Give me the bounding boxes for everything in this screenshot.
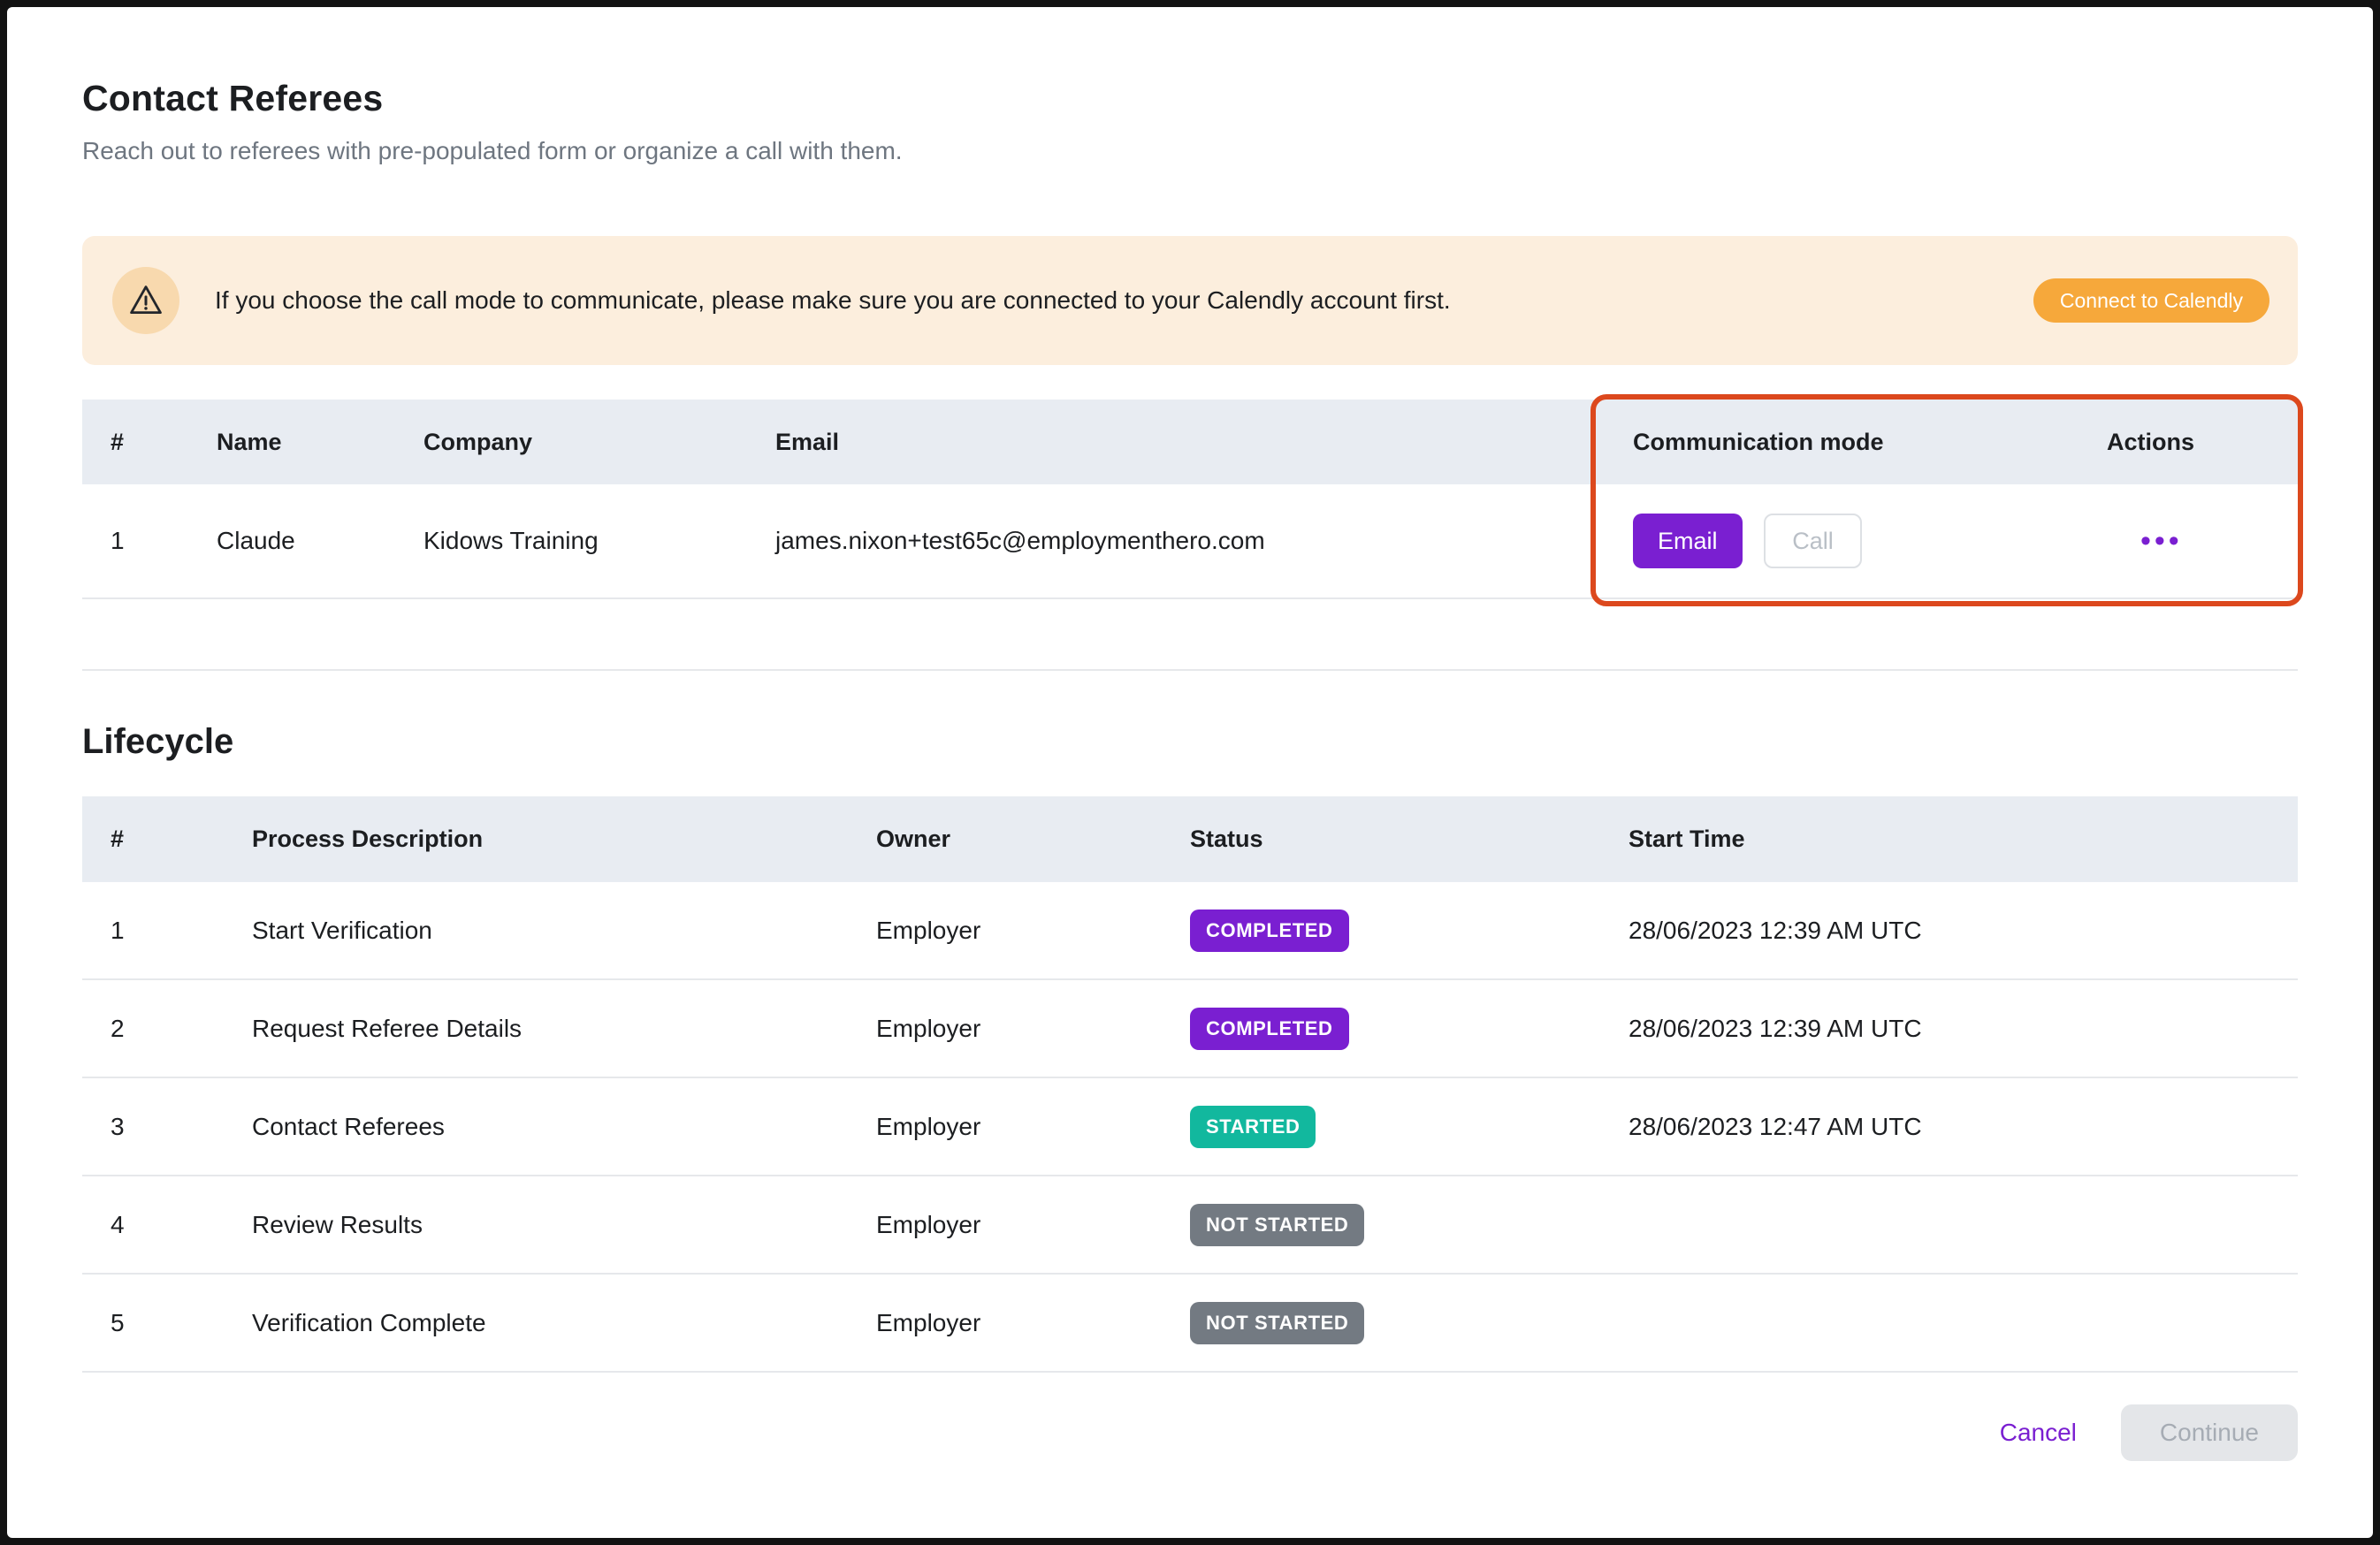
process-start-time: 28/06/2023 12:47 AM UTC <box>1629 1113 2298 1141</box>
status-cell: COMPLETED <box>1190 909 1629 952</box>
status-cell: STARTED <box>1190 1106 1629 1148</box>
process-owner: Employer <box>876 1309 1190 1337</box>
process-owner: Employer <box>876 1113 1190 1141</box>
warning-icon <box>112 267 179 334</box>
process-owner: Employer <box>876 1211 1190 1239</box>
page-title: Contact Referees <box>82 78 2298 119</box>
actions-cell: ••• <box>2107 524 2298 559</box>
table-footer-space <box>82 599 2298 671</box>
referee-email: james.nixon+test65c@employmenthero.com <box>775 527 1633 555</box>
referee-table-row: 1 Claude Kidows Training james.nixon+tes… <box>82 484 2298 599</box>
status-cell: NOT STARTED <box>1190 1302 1629 1344</box>
column-header-status: Status <box>1190 826 1629 853</box>
referees-table-header: # Name Company Email Communication mode … <box>82 400 2298 484</box>
lifecycle-table-header: # Process Description Owner Status Start… <box>82 796 2298 882</box>
status-cell: NOT STARTED <box>1190 1204 1629 1246</box>
referee-company: Kidows Training <box>423 527 775 555</box>
status-badge: COMPLETED <box>1190 1008 1349 1050</box>
lifecycle-row: 3 Contact Referees Employer STARTED 28/0… <box>82 1078 2298 1176</box>
process-index: 1 <box>82 917 252 945</box>
referees-table: # Name Company Email Communication mode … <box>82 400 2298 671</box>
column-header-owner: Owner <box>876 826 1190 853</box>
status-badge: NOT STARTED <box>1190 1204 1364 1246</box>
calendly-warning-banner: If you choose the call mode to communica… <box>82 236 2298 365</box>
column-header-name: Name <box>217 429 423 456</box>
continue-button[interactable]: Continue <box>2121 1404 2298 1461</box>
column-header-index: # <box>82 429 217 456</box>
status-badge: COMPLETED <box>1190 909 1349 952</box>
status-badge: NOT STARTED <box>1190 1302 1364 1344</box>
referee-name: Claude <box>217 527 423 555</box>
lifecycle-row: 4 Review Results Employer NOT STARTED <box>82 1176 2298 1275</box>
process-index: 3 <box>82 1113 252 1141</box>
process-description: Contact Referees <box>252 1113 876 1141</box>
row-actions-menu-icon[interactable]: ••• <box>2107 524 2183 559</box>
process-start-time: 28/06/2023 12:39 AM UTC <box>1629 917 2298 945</box>
lifecycle-title: Lifecycle <box>82 722 2298 762</box>
lifecycle-table: # Process Description Owner Status Start… <box>82 796 2298 1373</box>
process-index: 4 <box>82 1211 252 1239</box>
column-header-process-description: Process Description <box>252 826 876 853</box>
lifecycle-row: 5 Verification Complete Employer NOT STA… <box>82 1275 2298 1373</box>
process-owner: Employer <box>876 1015 1190 1043</box>
email-mode-button[interactable]: Email <box>1633 514 1743 568</box>
process-description: Verification Complete <box>252 1309 876 1337</box>
contact-referees-page: Contact Referees Reach out to referees w… <box>7 7 2373 1461</box>
process-index: 2 <box>82 1015 252 1043</box>
page-subtitle: Reach out to referees with pre-populated… <box>82 137 2298 165</box>
connect-calendly-button[interactable]: Connect to Calendly <box>2033 278 2269 323</box>
column-header-company: Company <box>423 429 775 456</box>
process-owner: Employer <box>876 917 1190 945</box>
process-description: Review Results <box>252 1211 876 1239</box>
column-header-actions: Actions <box>2107 429 2298 456</box>
process-description: Request Referee Details <box>252 1015 876 1043</box>
banner-message: If you choose the call mode to communica… <box>215 286 1451 315</box>
status-cell: COMPLETED <box>1190 1008 1629 1050</box>
status-badge: STARTED <box>1190 1106 1316 1148</box>
process-start-time: 28/06/2023 12:39 AM UTC <box>1629 1015 2298 1043</box>
column-header-email: Email <box>775 429 1633 456</box>
lifecycle-row: 1 Start Verification Employer COMPLETED … <box>82 882 2298 980</box>
referee-index: 1 <box>82 527 217 555</box>
app-window: Contact Referees Reach out to referees w… <box>0 0 2380 1545</box>
call-mode-button[interactable]: Call <box>1764 514 1862 568</box>
column-header-start-time: Start Time <box>1629 826 2298 853</box>
communication-mode-cell: Email Call <box>1633 514 2107 568</box>
process-description: Start Verification <box>252 917 876 945</box>
cancel-button[interactable]: Cancel <box>2000 1419 2077 1447</box>
column-header-communication-mode: Communication mode <box>1633 429 2107 456</box>
lifecycle-row: 2 Request Referee Details Employer COMPL… <box>82 980 2298 1078</box>
footer-actions: Cancel Continue <box>82 1404 2298 1461</box>
process-index: 5 <box>82 1309 252 1337</box>
column-header-index: # <box>82 826 252 853</box>
